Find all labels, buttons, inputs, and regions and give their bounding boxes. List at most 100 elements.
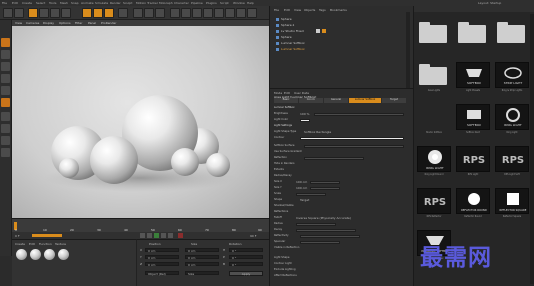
- make-editable-icon[interactable]: [1, 38, 10, 47]
- position-x-field[interactable]: 0 cm: [145, 248, 179, 253]
- material-ball-3[interactable]: [44, 249, 55, 260]
- menu-script[interactable]: Script: [220, 1, 229, 5]
- deformer-icon[interactable]: [214, 8, 224, 18]
- menu-window[interactable]: Window: [233, 1, 245, 5]
- camera-icon[interactable]: [236, 8, 246, 18]
- tab-lumnar-softbox[interactable]: Lumnar Softbox: [349, 98, 381, 103]
- browser-tile[interactable]: REFLECTOR SQUARE Reflector Square: [494, 188, 530, 219]
- position-y-field[interactable]: 0 cm: [145, 255, 179, 260]
- softbox-surface-field[interactable]: [304, 145, 404, 148]
- world-coordinates-icon[interactable]: [118, 8, 128, 18]
- viewport-menu-view[interactable]: View: [15, 21, 22, 25]
- undo-icon[interactable]: [3, 8, 13, 18]
- floor-icon[interactable]: [225, 8, 235, 18]
- range-slider[interactable]: [32, 234, 62, 237]
- z-axis-icon[interactable]: [104, 8, 114, 18]
- brightness-value[interactable]: 100 %: [300, 112, 310, 116]
- viewport-menu-display[interactable]: Display: [43, 21, 54, 25]
- record-icon[interactable]: [178, 233, 183, 238]
- render-picture-viewer-icon[interactable]: [144, 8, 154, 18]
- menu-sculpt[interactable]: Sculpt: [123, 1, 132, 5]
- menu-tools[interactable]: Tools: [49, 1, 56, 5]
- shape-dropdown[interactable]: Target: [300, 198, 309, 202]
- material-ball-2[interactable]: [30, 249, 41, 260]
- reflection-slider[interactable]: [304, 157, 364, 160]
- layout-selector[interactable]: Layout: Startup: [478, 1, 501, 5]
- brightness-slider[interactable]: [314, 113, 404, 116]
- menu-select[interactable]: Select: [36, 1, 45, 5]
- size-x-value[interactable]: 100 cm: [296, 180, 307, 184]
- shape-type-dropdown[interactable]: Softbox Rectangle: [304, 130, 331, 134]
- menu-edit[interactable]: Edit: [12, 1, 18, 5]
- x-axis-icon[interactable]: [82, 8, 92, 18]
- reflectivity-slider[interactable]: [300, 235, 360, 238]
- browser-tile[interactable]: RPS RPS Reflector: [416, 188, 452, 219]
- viewport-menu-prorender[interactable]: ProRender: [101, 21, 116, 25]
- size-mode-dropdown[interactable]: Size: [185, 271, 219, 276]
- step-back-icon[interactable]: [147, 233, 152, 238]
- menu-pipeline[interactable]: Pipeline: [191, 1, 203, 5]
- browser-tile[interactable]: Studio Softbox: [416, 104, 452, 135]
- object-menu-file[interactable]: File: [274, 8, 279, 12]
- points-mode-icon[interactable]: [1, 86, 10, 95]
- size-x-slider[interactable]: [310, 181, 340, 184]
- size-x-field[interactable]: 0 cm: [185, 248, 219, 253]
- object-row[interactable]: Lumnar Softbox: [276, 41, 305, 46]
- menu-animate[interactable]: Animate: [81, 1, 94, 5]
- cube-icon[interactable]: [170, 8, 180, 18]
- browser-tile[interactable]: [416, 20, 452, 51]
- browser-tile[interactable]: SOFTBOX Light Presets: [455, 62, 491, 93]
- menu-render[interactable]: Render: [110, 1, 121, 5]
- rotation-b-field[interactable]: 0 °: [229, 262, 263, 267]
- size-y-field[interactable]: 0 cm: [185, 255, 219, 260]
- menu-mesh[interactable]: Mesh: [60, 1, 68, 5]
- render-view-icon[interactable]: [133, 8, 143, 18]
- menu-file[interactable]: File: [2, 1, 7, 5]
- current-frame-field[interactable]: 0 F: [15, 234, 20, 238]
- tab-general[interactable]: General: [324, 98, 348, 103]
- texture-mode-icon[interactable]: [1, 62, 10, 71]
- object-scrollbar[interactable]: [406, 12, 410, 88]
- viewport-menu-options[interactable]: Options: [59, 21, 71, 25]
- size-y-slider[interactable]: [310, 187, 340, 190]
- menu-motion-tracker[interactable]: Motion Tracker: [136, 1, 158, 5]
- live-selection-icon[interactable]: [28, 8, 38, 18]
- browser-tile[interactable]: [494, 20, 530, 51]
- browser-tile[interactable]: SOFTBOX Softbox Rect: [455, 104, 491, 135]
- browser-tile[interactable]: RPS RPS Light: [455, 146, 491, 177]
- go-end-icon[interactable]: [168, 233, 173, 238]
- material-menu-edit[interactable]: Edit: [29, 242, 35, 246]
- rotation-h-field[interactable]: 0 °: [229, 248, 263, 253]
- end-frame-field[interactable]: 90 F: [250, 234, 257, 238]
- browser-scrollbar[interactable]: [530, 14, 534, 284]
- object-menu-edit[interactable]: Edit: [284, 8, 290, 12]
- tab-basic[interactable]: Basic: [274, 98, 298, 103]
- go-start-icon[interactable]: [140, 233, 145, 238]
- render-settings-icon[interactable]: [155, 8, 165, 18]
- browser-tile[interactable]: [455, 20, 491, 51]
- coord-mode-dropdown[interactable]: Object (Rel): [145, 271, 179, 276]
- object-row[interactable]: Sphere: [276, 35, 292, 40]
- browser-tile[interactable]: RING LIGHT Ring Light Round: [416, 146, 452, 177]
- array-icon[interactable]: [203, 8, 213, 18]
- step-forward-icon[interactable]: [161, 233, 166, 238]
- viewport-menu-cameras[interactable]: Cameras: [26, 21, 39, 25]
- object-row[interactable]: Sphere: [276, 17, 292, 22]
- scale-icon[interactable]: [50, 8, 60, 18]
- object-menu-view[interactable]: View: [294, 8, 301, 12]
- snap-icon[interactable]: [1, 136, 10, 145]
- move-icon[interactable]: [39, 8, 49, 18]
- menu-create[interactable]: Create: [22, 1, 32, 5]
- browser-tile[interactable]: RPS RPS Light Soft: [494, 146, 530, 177]
- polygons-mode-icon[interactable]: [1, 112, 10, 121]
- viewport-menu-filter[interactable]: Filter: [75, 21, 82, 25]
- contour-gradient[interactable]: [300, 137, 404, 140]
- size-z-field[interactable]: 0 cm: [185, 262, 219, 267]
- object-menu-tags[interactable]: Tags: [319, 8, 326, 12]
- menu-simulate[interactable]: Simulate: [95, 1, 108, 5]
- object-menu-objects[interactable]: Objects: [304, 8, 315, 12]
- light-icon[interactable]: [247, 8, 257, 18]
- spline-pen-icon[interactable]: [181, 8, 191, 18]
- specular-slider[interactable]: [300, 241, 340, 244]
- browser-tile[interactable]: RING LIGHT Ring Light: [494, 104, 530, 135]
